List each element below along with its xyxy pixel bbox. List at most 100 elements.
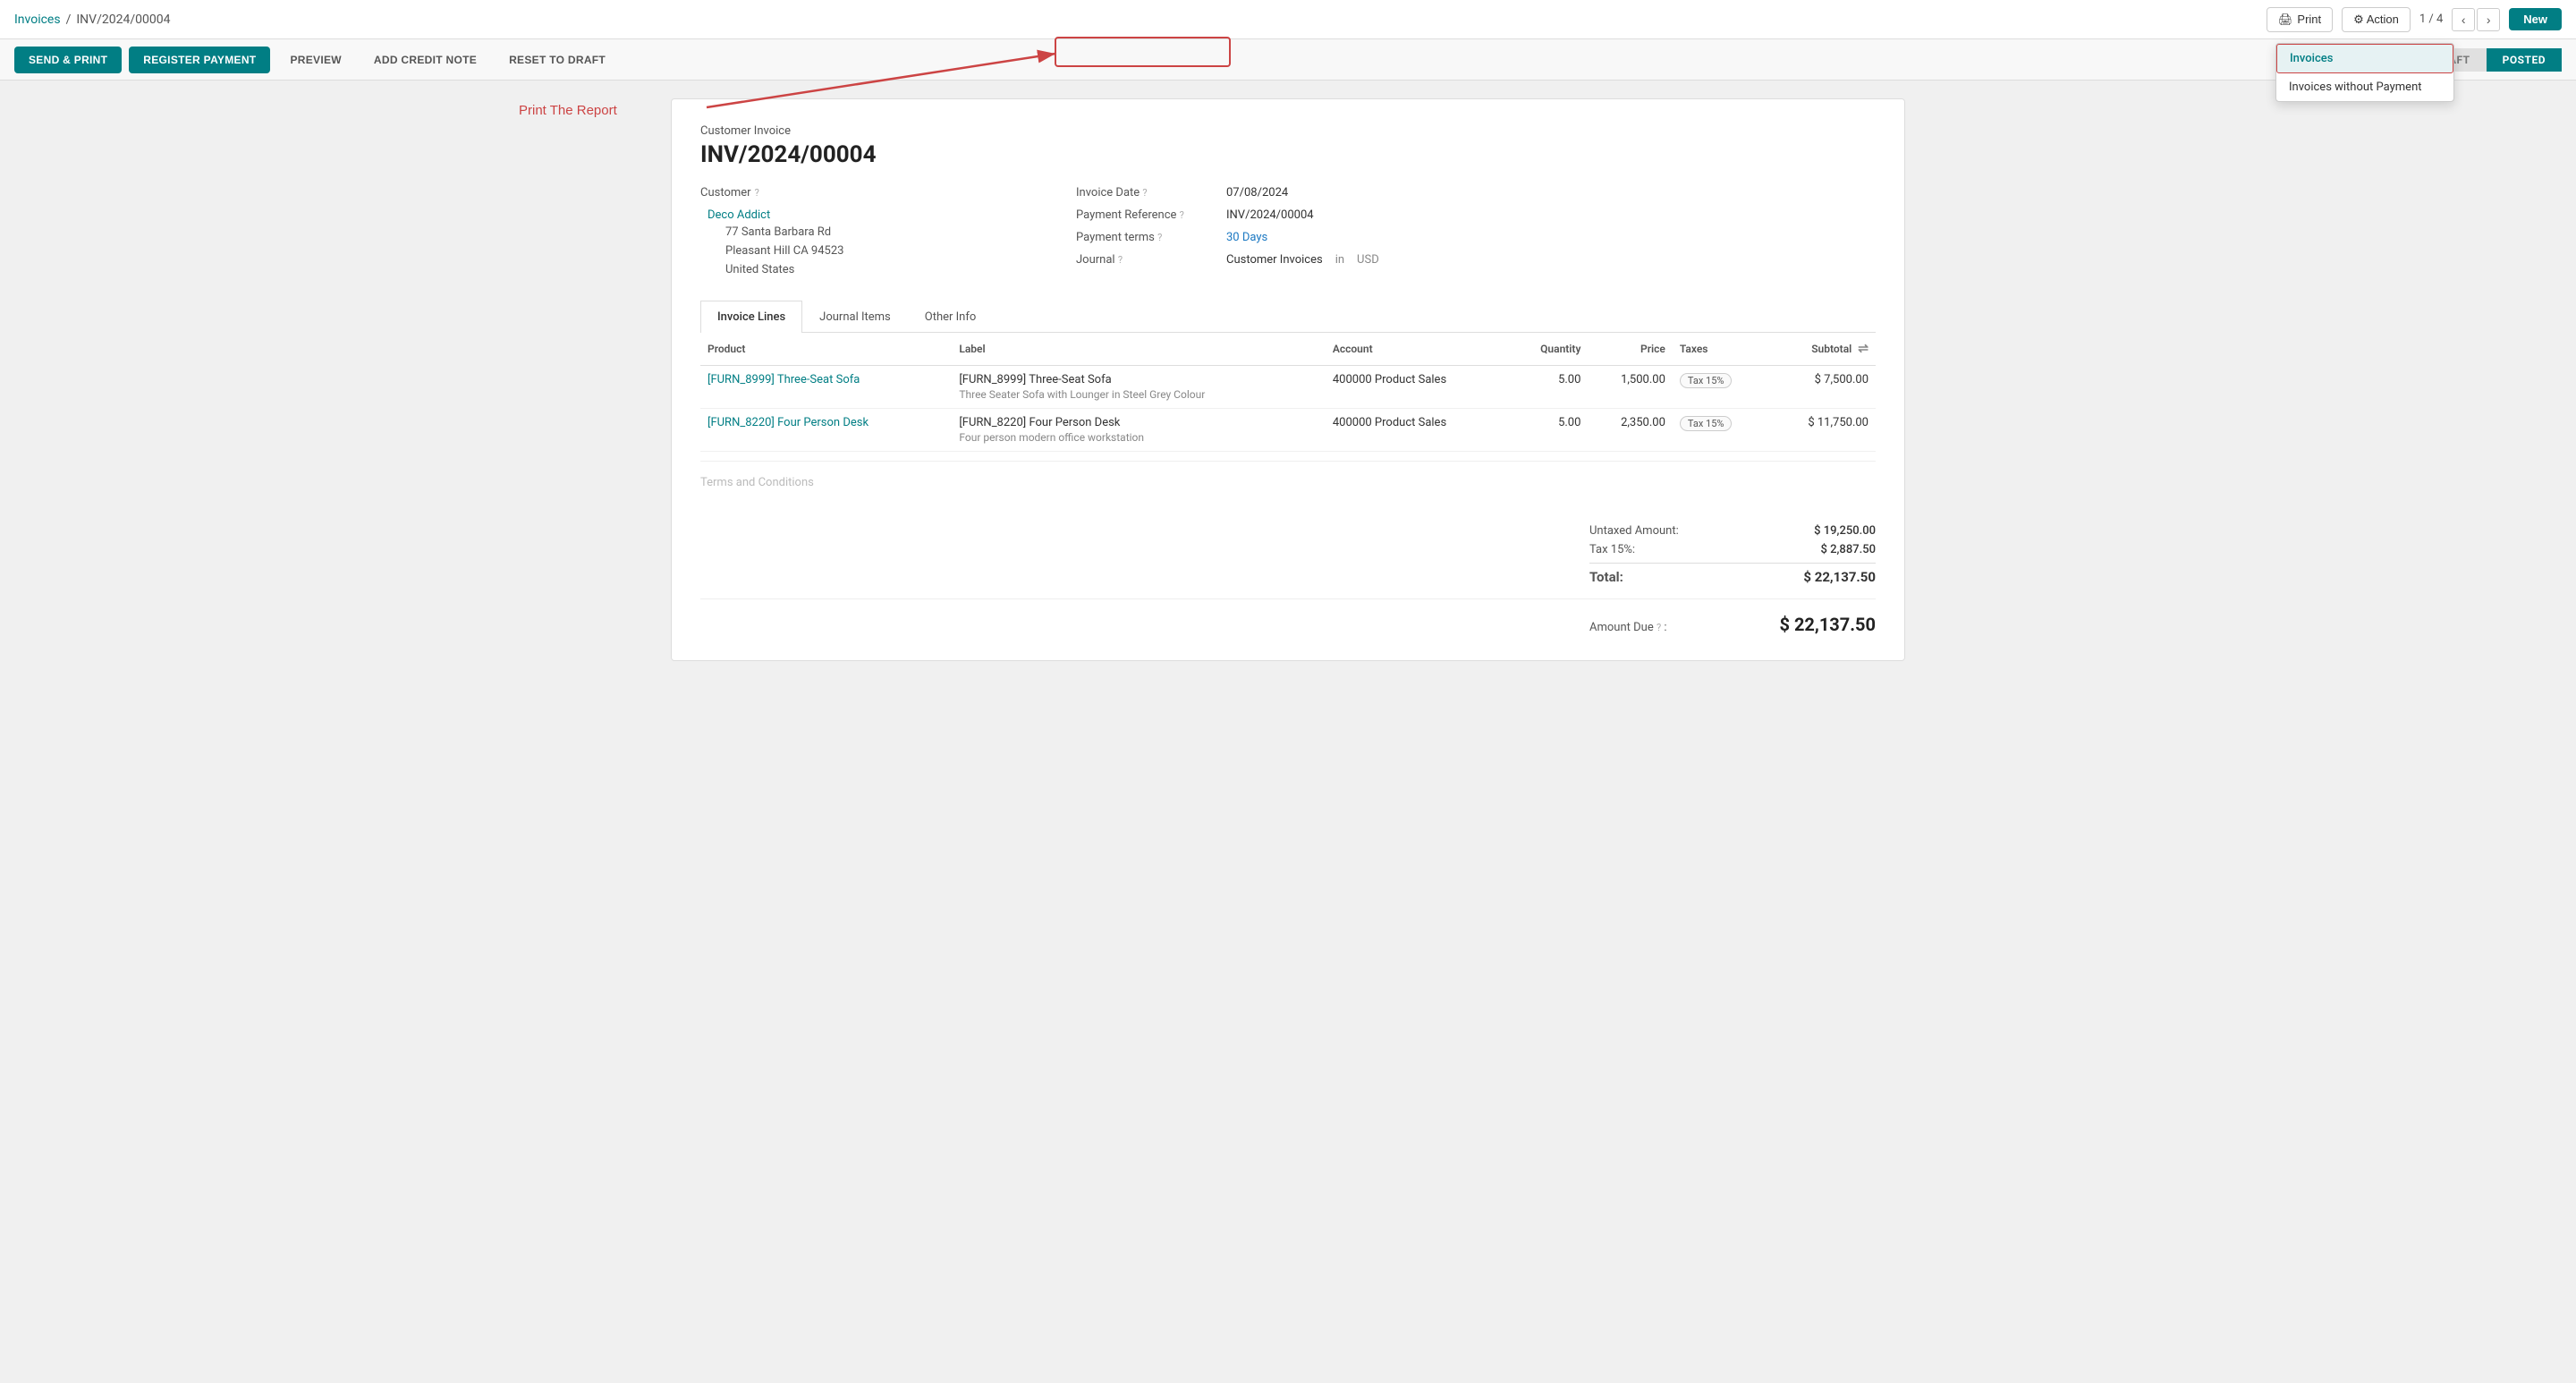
journal-value: Customer Invoices [1226, 253, 1323, 267]
print-dropdown: Invoices Invoices without Payment [2275, 43, 2454, 102]
top-nav: Invoices / INV/2024/00004 🖨 Print ⚙ Acti… [0, 0, 2576, 39]
col-taxes: Taxes [1673, 333, 1768, 366]
column-adjust-icon[interactable]: ⇌ [1858, 342, 1868, 356]
top-nav-right: 🖨 Print ⚙ Action 1 / 4 ‹ › New Invoices … [2267, 7, 2562, 32]
reset-to-draft-button[interactable]: RESET TO DRAFT [496, 47, 618, 73]
row2-subtotal: $ 11,750.00 [1768, 409, 1876, 452]
tab-journal-items[interactable]: Journal Items [802, 301, 908, 333]
col-account: Account [1326, 333, 1510, 366]
add-credit-note-button[interactable]: ADD CREDIT NOTE [361, 47, 489, 73]
row2-product-link[interactable]: [FURN_8220] Four Person Desk [708, 416, 869, 429]
tax-row: Tax 15%: $ 2,887.50 [1589, 540, 1876, 559]
row1-label-desc: Three Seater Sofa with Lounger in Steel … [959, 388, 1318, 401]
row2-label-desc: Four person modern office workstation [959, 431, 1318, 444]
tab-other-info[interactable]: Other Info [908, 301, 994, 333]
tab-invoice-lines[interactable]: Invoice Lines [700, 301, 802, 333]
row2-label-main: [FURN_8220] Four Person Desk [959, 416, 1318, 429]
print-icon: 🖨 [2278, 13, 2293, 27]
row1-product-link[interactable]: [FURN_8999] Three-Seat Sofa [708, 373, 860, 386]
customer-field: Customer ? [700, 186, 1022, 199]
journal-in: in [1335, 253, 1344, 267]
terms-section: Terms and Conditions [700, 461, 1876, 504]
payment-terms-value: 30 Days [1226, 231, 1267, 244]
row1-quantity: 5.00 [1510, 366, 1589, 409]
amount-due-help-icon[interactable]: ? [1657, 622, 1661, 633]
nav-arrows: ‹ › [2452, 8, 2500, 31]
payment-ref-help[interactable]: ? [1180, 209, 1184, 221]
row2-quantity: 5.00 [1510, 409, 1589, 452]
journal-label: Journal ? [1076, 253, 1219, 267]
row1-product: [FURN_8999] Three-Seat Sofa [700, 366, 952, 409]
untaxed-label: Untaxed Amount: [1589, 524, 1679, 538]
untaxed-value: $ 19,250.00 [1814, 524, 1876, 538]
invoice-card: Customer Invoice INV/2024/00004 Customer… [671, 98, 1905, 661]
amount-due-label: Amount Due ? : [1589, 621, 1667, 634]
invoice-date-value: 07/08/2024 [1226, 186, 1288, 199]
table-row: [FURN_8220] Four Person Desk [FURN_8220]… [700, 409, 1876, 452]
amount-due-section: Amount Due ? : $ 22,137.50 [700, 598, 1876, 635]
invoice-table: Product Label Account Quantity Price Tax… [700, 333, 1876, 452]
action-button[interactable]: ⚙ Action [2342, 7, 2411, 32]
payment-ref-label: Payment Reference ? [1076, 208, 1219, 222]
address-line2: Pleasant Hill CA 94523 [725, 242, 1022, 261]
row1-label-main: [FURN_8999] Three-Seat Sofa [959, 373, 1318, 386]
journal-help[interactable]: ? [1118, 254, 1123, 266]
amount-due-table: Amount Due ? : $ 22,137.50 [1589, 614, 1876, 635]
register-payment-button[interactable]: REGISTER PAYMENT [129, 47, 270, 73]
row2-product: [FURN_8220] Four Person Desk [700, 409, 952, 452]
action-bar: SEND & PRINT REGISTER PAYMENT PREVIEW AD… [0, 39, 2576, 81]
customer-help-icon[interactable]: ? [755, 187, 759, 199]
breadcrumb-separator: / [66, 13, 72, 27]
breadcrumb: Invoices / INV/2024/00004 [14, 13, 170, 27]
prev-arrow[interactable]: ‹ [2452, 8, 2475, 31]
meta-left: Customer ? Deco Addict 77 Santa Barbara … [700, 186, 1022, 279]
invoice-number: INV/2024/00004 [700, 141, 1876, 168]
row1-price: 1,500.00 [1588, 366, 1672, 409]
row2-label: [FURN_8220] Four Person Desk Four person… [952, 409, 1326, 452]
status-posted-badge: POSTED [2487, 48, 2562, 72]
payment-ref-value: INV/2024/00004 [1226, 208, 1314, 222]
tax-value: $ 2,887.50 [1821, 543, 1876, 556]
next-arrow[interactable]: › [2477, 8, 2500, 31]
print-dropdown-item-invoices[interactable]: Invoices [2276, 44, 2453, 73]
col-quantity: Quantity [1510, 333, 1589, 366]
preview-button[interactable]: PREVIEW [277, 47, 353, 73]
col-subtotal: Subtotal ⇌ [1768, 333, 1876, 366]
journal-field: Journal ? Customer Invoices in USD [1076, 253, 1876, 267]
main-content: Customer Invoice INV/2024/00004 Customer… [0, 81, 2576, 679]
col-label: Label [952, 333, 1326, 366]
new-button[interactable]: New [2509, 8, 2562, 30]
invoice-meta: Customer ? Deco Addict 77 Santa Barbara … [700, 186, 1876, 279]
col-price: Price [1588, 333, 1672, 366]
amount-due-value: $ 22,137.50 [1780, 614, 1877, 635]
tabs: Invoice Lines Journal Items Other Info [700, 301, 1876, 333]
breadcrumb-current: INV/2024/00004 [76, 13, 170, 27]
breadcrumb-parent[interactable]: Invoices [14, 13, 61, 27]
invoice-date-field: Invoice Date ? 07/08/2024 [1076, 186, 1876, 199]
invoice-date-help[interactable]: ? [1142, 187, 1147, 199]
row2-price: 2,350.00 [1588, 409, 1672, 452]
payment-terms-help[interactable]: ? [1157, 232, 1162, 243]
print-dropdown-item-invoices-no-payment[interactable]: Invoices without Payment [2276, 73, 2453, 101]
print-button[interactable]: 🖨 Print [2267, 7, 2333, 32]
currency-value: USD [1357, 253, 1379, 267]
terms-label: Terms and Conditions [700, 476, 814, 489]
action-label: ⚙ Action [2353, 13, 2399, 27]
row1-account: 400000 Product Sales [1326, 366, 1510, 409]
total-row: Total: $ 22,137.50 [1589, 563, 1876, 588]
invoice-type: Customer Invoice [700, 124, 1876, 138]
total-label: Total: [1589, 569, 1623, 585]
payment-terms-field: Payment terms ? 30 Days [1076, 231, 1876, 244]
meta-right: Invoice Date ? 07/08/2024 Payment Refere… [1076, 186, 1876, 279]
row2-tax-badge: Tax 15% [1680, 416, 1733, 431]
address-line1: 77 Santa Barbara Rd [725, 224, 1022, 242]
tax-label: Tax 15%: [1589, 543, 1635, 556]
total-value: $ 22,137.50 [1803, 569, 1876, 585]
col-product: Product [700, 333, 952, 366]
amount-due-label-text: Amount Due [1589, 621, 1654, 634]
customer-name-link[interactable]: Deco Addict [708, 208, 770, 222]
totals-section: Untaxed Amount: $ 19,250.00 Tax 15%: $ 2… [700, 504, 1876, 588]
send-print-button[interactable]: SEND & PRINT [14, 47, 122, 73]
address-line3: United States [725, 261, 1022, 280]
row2-account: 400000 Product Sales [1326, 409, 1510, 452]
